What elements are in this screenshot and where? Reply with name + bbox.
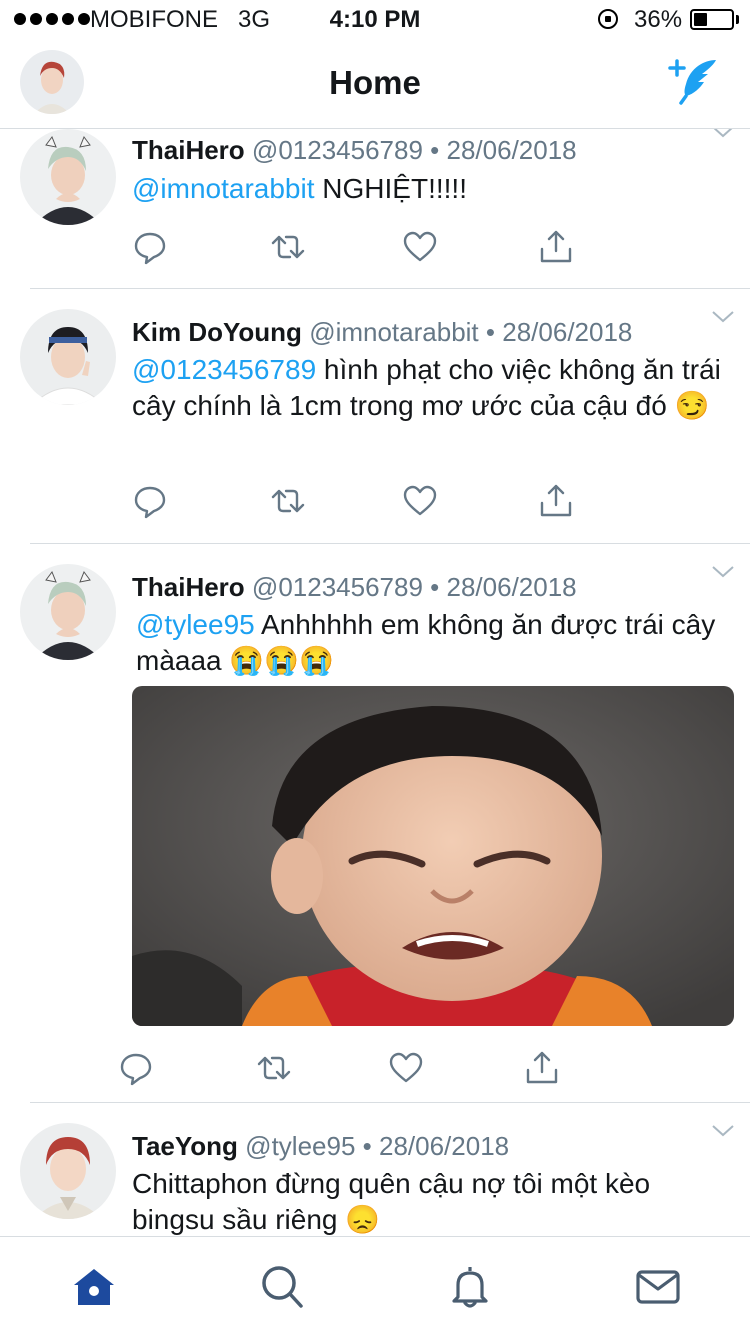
tweet-date: 28/06/2018 xyxy=(378,1131,510,1161)
tweet-date: 28/06/2018 xyxy=(446,135,577,165)
status-bar: MOBIFONE 3G 4:10 PM 36% xyxy=(0,0,750,40)
mention-link[interactable]: @0123456789 xyxy=(132,354,316,385)
avatar[interactable] xyxy=(20,309,116,405)
share-icon[interactable] xyxy=(524,1050,560,1086)
tweet-date: 28/06/2018 xyxy=(502,317,633,347)
tweet-actions xyxy=(118,1050,578,1090)
compose-feather-icon[interactable] xyxy=(664,54,724,106)
tweet-actions xyxy=(132,483,592,523)
battery-percentage: 36% xyxy=(634,6,683,33)
tweet-text: Chittaphon đừng quên cậu nợ tôi một kèo … xyxy=(132,1168,651,1235)
avatar[interactable] xyxy=(20,129,116,225)
tweet-header: Kim DoYoung @imnotarabbit • 28/06/2018 xyxy=(132,317,633,347)
retweet-icon[interactable] xyxy=(270,483,306,519)
rotation-lock-icon xyxy=(598,9,618,29)
tweet-card[interactable]: ThaiHero @0123456789 • 28/06/2018 @imnot… xyxy=(0,129,750,289)
like-heart-icon[interactable] xyxy=(402,229,438,265)
tweet-header: ThaiHero @0123456789 • 28/06/2018 xyxy=(132,572,577,602)
tweet-header: TaeYong @tylee95 • 28/06/2018 xyxy=(132,1131,510,1161)
page-title: Home xyxy=(329,64,421,101)
tweet-author-handle: @imnotarabbit xyxy=(309,317,479,347)
tweet-author-name[interactable]: ThaiHero xyxy=(132,572,245,602)
reply-icon[interactable] xyxy=(118,1050,154,1086)
tweet-text: @0123456789 hình phạt cho việc không ăn … xyxy=(132,354,721,421)
tweet-card[interactable]: ThaiHero @0123456789 • 28/06/2018 @tylee… xyxy=(0,544,750,1103)
tweet-menu-chevron-down-icon[interactable] xyxy=(712,1124,734,1137)
mention-link[interactable]: @tylee95 xyxy=(136,609,255,640)
nav-header: Home xyxy=(0,40,750,129)
tweet-card[interactable]: Kim DoYoung @imnotarabbit • 28/06/2018 @… xyxy=(0,289,750,544)
tweet-author-handle: @tylee95 xyxy=(245,1131,356,1161)
tweet-actions xyxy=(132,229,592,269)
tweet-menu-chevron-down-icon[interactable] xyxy=(712,310,734,323)
battery-icon xyxy=(690,9,734,30)
home-icon[interactable] xyxy=(70,1263,118,1311)
avatar[interactable] xyxy=(20,564,116,660)
search-icon[interactable] xyxy=(258,1263,306,1311)
tweet-text: @imnotarabbit NGHIỆT!!!!! xyxy=(132,173,467,204)
retweet-icon[interactable] xyxy=(256,1050,292,1086)
reply-icon[interactable] xyxy=(132,229,168,265)
mention-link[interactable]: @imnotarabbit xyxy=(132,173,315,204)
tweet-card[interactable]: TaeYong @tylee95 • 28/06/2018 Chittaphon… xyxy=(0,1103,750,1236)
tweet-header: ThaiHero @0123456789 • 28/06/2018 xyxy=(132,135,577,165)
share-icon[interactable] xyxy=(538,483,574,519)
like-heart-icon[interactable] xyxy=(388,1050,424,1086)
tweet-author-name[interactable]: ThaiHero xyxy=(132,135,245,165)
avatar[interactable] xyxy=(20,1123,116,1219)
reply-icon[interactable] xyxy=(132,483,168,519)
messages-envelope-icon[interactable] xyxy=(634,1263,682,1311)
retweet-icon[interactable] xyxy=(270,229,306,265)
tweet-author-handle: @0123456789 xyxy=(251,135,423,165)
tweet-menu-chevron-down-icon[interactable] xyxy=(712,565,734,578)
notifications-bell-icon[interactable] xyxy=(446,1263,494,1311)
tweet-date: 28/06/2018 xyxy=(446,572,577,602)
tweet-author-handle: @0123456789 xyxy=(251,572,423,602)
bottom-tab-bar xyxy=(0,1236,750,1335)
tweet-author-name[interactable]: TaeYong xyxy=(132,1131,238,1161)
tweet-media-image[interactable] xyxy=(132,686,734,1026)
home-timeline[interactable]: ThaiHero @0123456789 • 28/06/2018 @imnot… xyxy=(0,129,750,1236)
share-icon[interactable] xyxy=(538,229,574,265)
tweet-author-name[interactable]: Kim DoYoung xyxy=(132,317,302,347)
tweet-text: @tylee95 Anhhhhh em không ăn được trái c… xyxy=(136,609,716,676)
like-heart-icon[interactable] xyxy=(402,483,438,519)
tweet-menu-chevron-down-icon[interactable] xyxy=(712,129,734,138)
